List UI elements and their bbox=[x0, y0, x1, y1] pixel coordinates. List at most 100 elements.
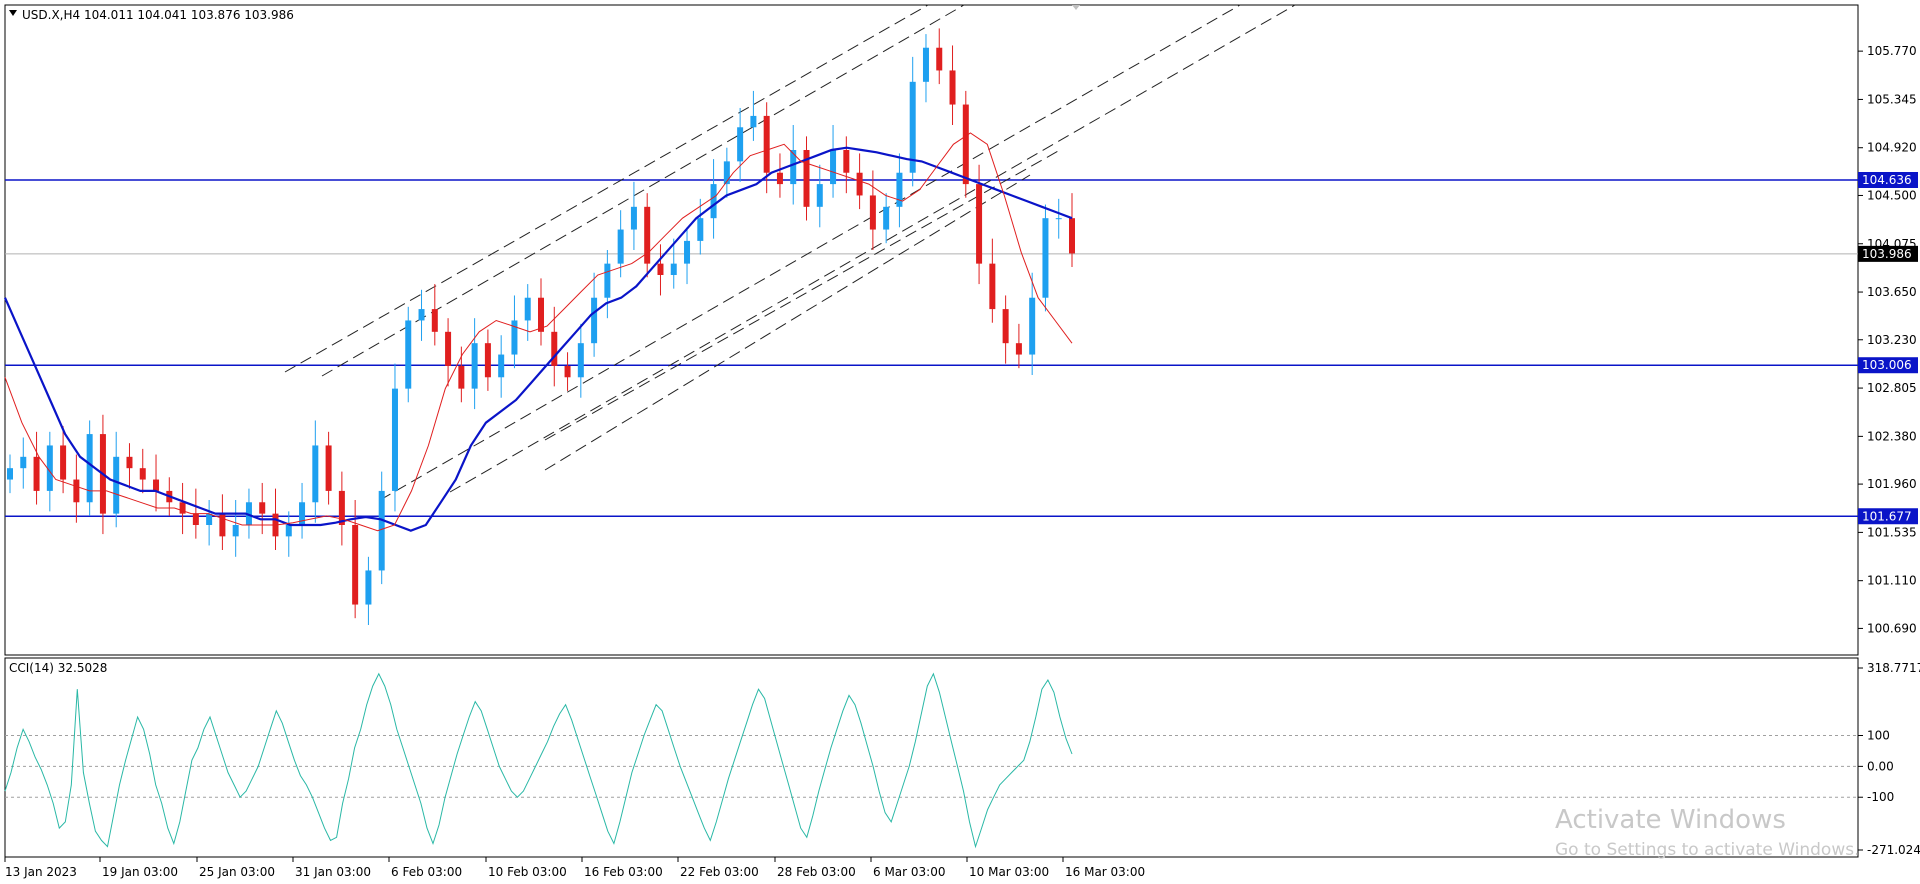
candle-body bbox=[259, 502, 266, 514]
level-price-label: 104.636 bbox=[1862, 173, 1912, 187]
y-tick-label: 101.960 bbox=[1867, 477, 1917, 491]
candle-body bbox=[936, 47, 943, 71]
indicator-header: CCI(14) 32.5028 bbox=[9, 661, 107, 675]
cci-tick-label: 100 bbox=[1867, 729, 1890, 743]
candle-body bbox=[856, 172, 863, 196]
candle-body bbox=[312, 445, 319, 503]
x-tick-label: 16 Feb 03:00 bbox=[584, 865, 663, 879]
candle-body bbox=[737, 127, 744, 162]
level-price-label: 103.006 bbox=[1862, 358, 1912, 372]
candle-body bbox=[60, 445, 67, 480]
candle-body bbox=[20, 456, 27, 469]
activate-windows-title: Activate Windows bbox=[1555, 805, 1786, 835]
y-tick-label: 101.110 bbox=[1867, 574, 1917, 588]
candle-body bbox=[883, 206, 890, 230]
y-tick-label: 104.920 bbox=[1867, 141, 1917, 155]
candle-body bbox=[445, 331, 452, 366]
candle-body bbox=[630, 206, 637, 230]
candle-body bbox=[1029, 297, 1036, 355]
candle-body bbox=[431, 309, 438, 332]
candle-body bbox=[139, 468, 146, 480]
activate-windows-subtitle: Go to Settings to activate Windows. bbox=[1555, 840, 1860, 860]
candle-body bbox=[1015, 343, 1022, 355]
candle-body bbox=[843, 150, 850, 173]
x-tick-label: 19 Jan 03:00 bbox=[102, 865, 178, 879]
main-pane bbox=[4, 4, 1859, 656]
y-tick-label: 103.230 bbox=[1867, 333, 1917, 347]
candle-body bbox=[352, 525, 359, 605]
candle-body bbox=[922, 47, 929, 82]
x-tick-label: 10 Feb 03:00 bbox=[488, 865, 567, 879]
candle-body bbox=[976, 184, 983, 264]
y-tick-label: 102.380 bbox=[1867, 429, 1917, 443]
y-tick-label: 103.650 bbox=[1867, 285, 1917, 299]
candle-body bbox=[962, 104, 969, 185]
x-tick-label: 22 Feb 03:00 bbox=[680, 865, 759, 879]
candle-body bbox=[418, 309, 425, 321]
candle-body bbox=[219, 513, 226, 537]
candle-body bbox=[684, 240, 691, 264]
x-tick-label: 6 Mar 03:00 bbox=[873, 865, 946, 879]
x-tick-label: 16 Mar 03:00 bbox=[1065, 865, 1145, 879]
cci-tick-label: -100 bbox=[1867, 790, 1894, 804]
candle-body bbox=[1055, 218, 1062, 220]
cci-tick-label: -271.0242 bbox=[1867, 843, 1920, 857]
candle-body bbox=[126, 456, 133, 469]
candle-body bbox=[458, 365, 465, 389]
candle-body bbox=[670, 263, 677, 275]
symbol-header: USD.X,H4 104.011 104.041 103.876 103.986 bbox=[22, 8, 294, 22]
x-tick-label: 6 Feb 03:00 bbox=[391, 865, 462, 879]
candle-body bbox=[192, 513, 199, 525]
candle-body bbox=[577, 343, 584, 378]
candle-body bbox=[73, 479, 80, 503]
candle-body bbox=[830, 150, 837, 185]
candle-body bbox=[33, 456, 40, 491]
cci-tick-label: 318.7717 bbox=[1867, 661, 1920, 675]
candle-body bbox=[538, 297, 544, 332]
candle-body bbox=[179, 502, 186, 514]
trading-chart[interactable]: 105.770105.345104.920104.500104.075103.6… bbox=[0, 0, 1920, 884]
y-tick-label: 102.805 bbox=[1867, 381, 1917, 395]
candle-body bbox=[484, 343, 491, 378]
candle-body bbox=[657, 263, 664, 275]
candle-body bbox=[1002, 309, 1009, 344]
x-tick-label: 28 Feb 03:00 bbox=[777, 865, 856, 879]
y-tick-label: 105.345 bbox=[1867, 92, 1917, 106]
x-tick-label: 31 Jan 03:00 bbox=[295, 865, 371, 879]
candle-body bbox=[285, 525, 292, 537]
candle-body bbox=[378, 490, 385, 571]
cci-tick-label: 0.00 bbox=[1867, 759, 1894, 773]
candle-body bbox=[816, 184, 823, 207]
candle-body bbox=[896, 172, 903, 207]
candle-body bbox=[1042, 218, 1049, 298]
x-tick-label: 25 Jan 03:00 bbox=[199, 865, 275, 879]
candle-body bbox=[949, 70, 956, 105]
x-tick-label: 10 Mar 03:00 bbox=[969, 865, 1049, 879]
x-tick-label: 13 Jan 2023 bbox=[5, 865, 77, 879]
candle-body bbox=[710, 184, 717, 219]
candle-body bbox=[617, 229, 624, 264]
candle-body bbox=[551, 331, 558, 366]
candle-body bbox=[86, 434, 93, 503]
y-tick-label: 101.535 bbox=[1867, 525, 1917, 539]
candle-body bbox=[206, 513, 213, 525]
candle-body bbox=[869, 195, 876, 230]
candle-body bbox=[365, 570, 372, 605]
y-tick-label: 104.500 bbox=[1867, 188, 1917, 202]
candle-body bbox=[1069, 218, 1075, 254]
level-price-label: 101.677 bbox=[1862, 509, 1912, 523]
candle-body bbox=[604, 263, 611, 298]
candle-body bbox=[524, 297, 531, 321]
candle-body bbox=[232, 525, 239, 537]
candle-body bbox=[7, 468, 13, 480]
candle-body bbox=[113, 456, 120, 514]
candle-body bbox=[776, 172, 783, 185]
candle-body bbox=[750, 115, 757, 128]
candle-body bbox=[697, 218, 704, 241]
candle-body bbox=[564, 365, 571, 378]
candle-body bbox=[405, 320, 412, 389]
candle-body bbox=[153, 479, 160, 491]
candle-body bbox=[763, 115, 770, 173]
candle-body bbox=[325, 445, 332, 491]
candle-body bbox=[391, 388, 398, 491]
